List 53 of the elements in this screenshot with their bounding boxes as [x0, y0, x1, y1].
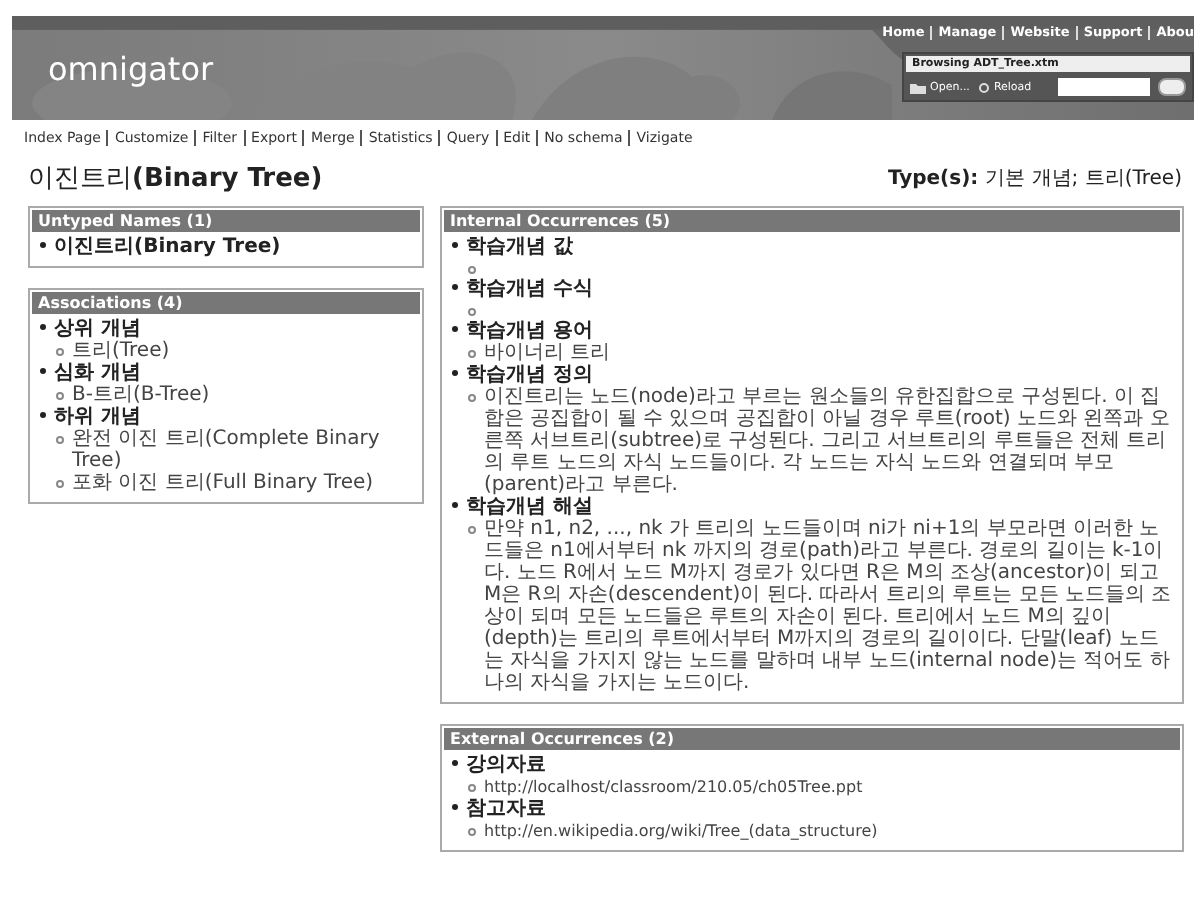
- circle-bullet-icon: [468, 266, 476, 274]
- item-value: B-트리(B-Tree): [72, 384, 210, 406]
- circle-bullet-icon: [56, 392, 64, 400]
- bullet-icon: [452, 760, 458, 766]
- bullet-icon: [40, 242, 46, 248]
- item-label[interactable]: 상위 개념: [54, 318, 141, 340]
- reload-icon: [977, 81, 990, 93]
- topic-title: 이진트리(Binary Tree): [28, 162, 323, 196]
- circle-bullet-icon: [468, 394, 476, 402]
- bullet-icon: [452, 284, 458, 290]
- item-label[interactable]: 학습개념 용어: [466, 320, 593, 342]
- circle-bullet-icon: [56, 348, 64, 356]
- item-label: 참고자료: [466, 798, 546, 820]
- bullet-icon: [452, 242, 458, 248]
- bullet-icon: [452, 804, 458, 810]
- url-link[interactable]: http://en.wikipedia.org/wiki/Tree_(data_structure): [484, 820, 878, 842]
- circle-bullet-icon: [56, 480, 64, 488]
- item-value: 완전 이진 트리(Complete Binary Tree): [72, 428, 382, 472]
- item-label[interactable]: 하위 개념: [54, 406, 141, 428]
- topic-types: Type(s): 기본 개념; 트리(Tree): [887, 166, 1182, 192]
- section-title: External Occurrences (2): [444, 728, 1180, 750]
- item-label[interactable]: 심화 개념: [54, 362, 141, 384]
- item-label[interactable]: 학습개념 값: [466, 236, 573, 258]
- bullet-icon: [40, 324, 46, 330]
- item-label: 강의자료: [466, 754, 546, 776]
- item-label[interactable]: 이진트리(Binary Tree): [54, 236, 281, 258]
- go-button[interactable]: [1158, 78, 1186, 96]
- section-title: Internal Occurrences (5): [444, 210, 1180, 232]
- bullet-icon: [452, 326, 458, 332]
- circle-bullet-icon: [468, 308, 476, 316]
- item-value: 만약 n1, n2, ..., nk 가 트리의 노드들이며 ni가 ni+1의 부모라면 이러한 노드들은 n1에서부터 nk 까지의 경로(path)라고 부른다. 경로의 길이는 k-1이다. 노드 R에서 노드 M까지 경로가 있다면 R은 M의 조상(ancestor)이 되고 M은 R의 자손(descendent)이 된다. 따라서 트리의 루트는 모든 노드들의 조상이 되며 모든 노드들은 루트의 자손이 된다. 트리에서 노드 M의 깊이(depth)는 트리의 루트에서부터 M까지의 경로의 길이이다. 단말(leaf) 노드는 자식을 가지지 않는 노드를 말하며 내부 노드(internal node)는 적어도 하나의 자식을 가지는 노드이다.: [484, 518, 1174, 694]
- logo-text[interactable]: omnigator: [48, 49, 214, 87]
- bullet-icon: [452, 502, 458, 508]
- item-value: 이진트리는 노드(node)라고 부르는 원소들의 유한집합으로 구성된다. 이 집합은 공집합이 될 수 있으며 공집합이 아닐 경우 루트(root) 노드와 왼쪽과 오른쪽 서브트리(subtree)로 구성된다. 그리고 서브트리의 루트들은 전체 트리의 루트 노드의 자식 노드들이다. 각 노드는 자식 노드와 연결되며 부모(parent)라고 부른다.: [484, 386, 1172, 496]
- circle-bullet-icon: [56, 436, 64, 444]
- item-label[interactable]: 학습개념 정의: [466, 364, 593, 386]
- item-label[interactable]: 학습개념 해설: [466, 496, 593, 518]
- bullet-icon: [452, 370, 458, 376]
- bullet-icon: [40, 368, 46, 374]
- bullet-icon: [40, 412, 46, 418]
- section-title: Associations (4): [32, 292, 420, 314]
- section-title: Untyped Names (1): [32, 210, 420, 232]
- circle-bullet-icon: [468, 784, 476, 792]
- search-field[interactable]: [1058, 78, 1150, 96]
- item-value: 트리(Tree): [72, 340, 170, 362]
- item-label[interactable]: 학습개념 수식: [466, 278, 593, 300]
- folder-icon: [910, 81, 926, 93]
- circle-bullet-icon: [468, 828, 476, 836]
- circle-bullet-icon: [468, 526, 476, 534]
- item-value: 포화 이진 트리(Full Binary Tree): [72, 472, 374, 494]
- circle-bullet-icon: [468, 350, 476, 358]
- url-link[interactable]: http://localhost/classroom/210.05/ch05Tree.ppt: [484, 776, 863, 798]
- item-value: 바이너리 트리: [484, 342, 611, 364]
